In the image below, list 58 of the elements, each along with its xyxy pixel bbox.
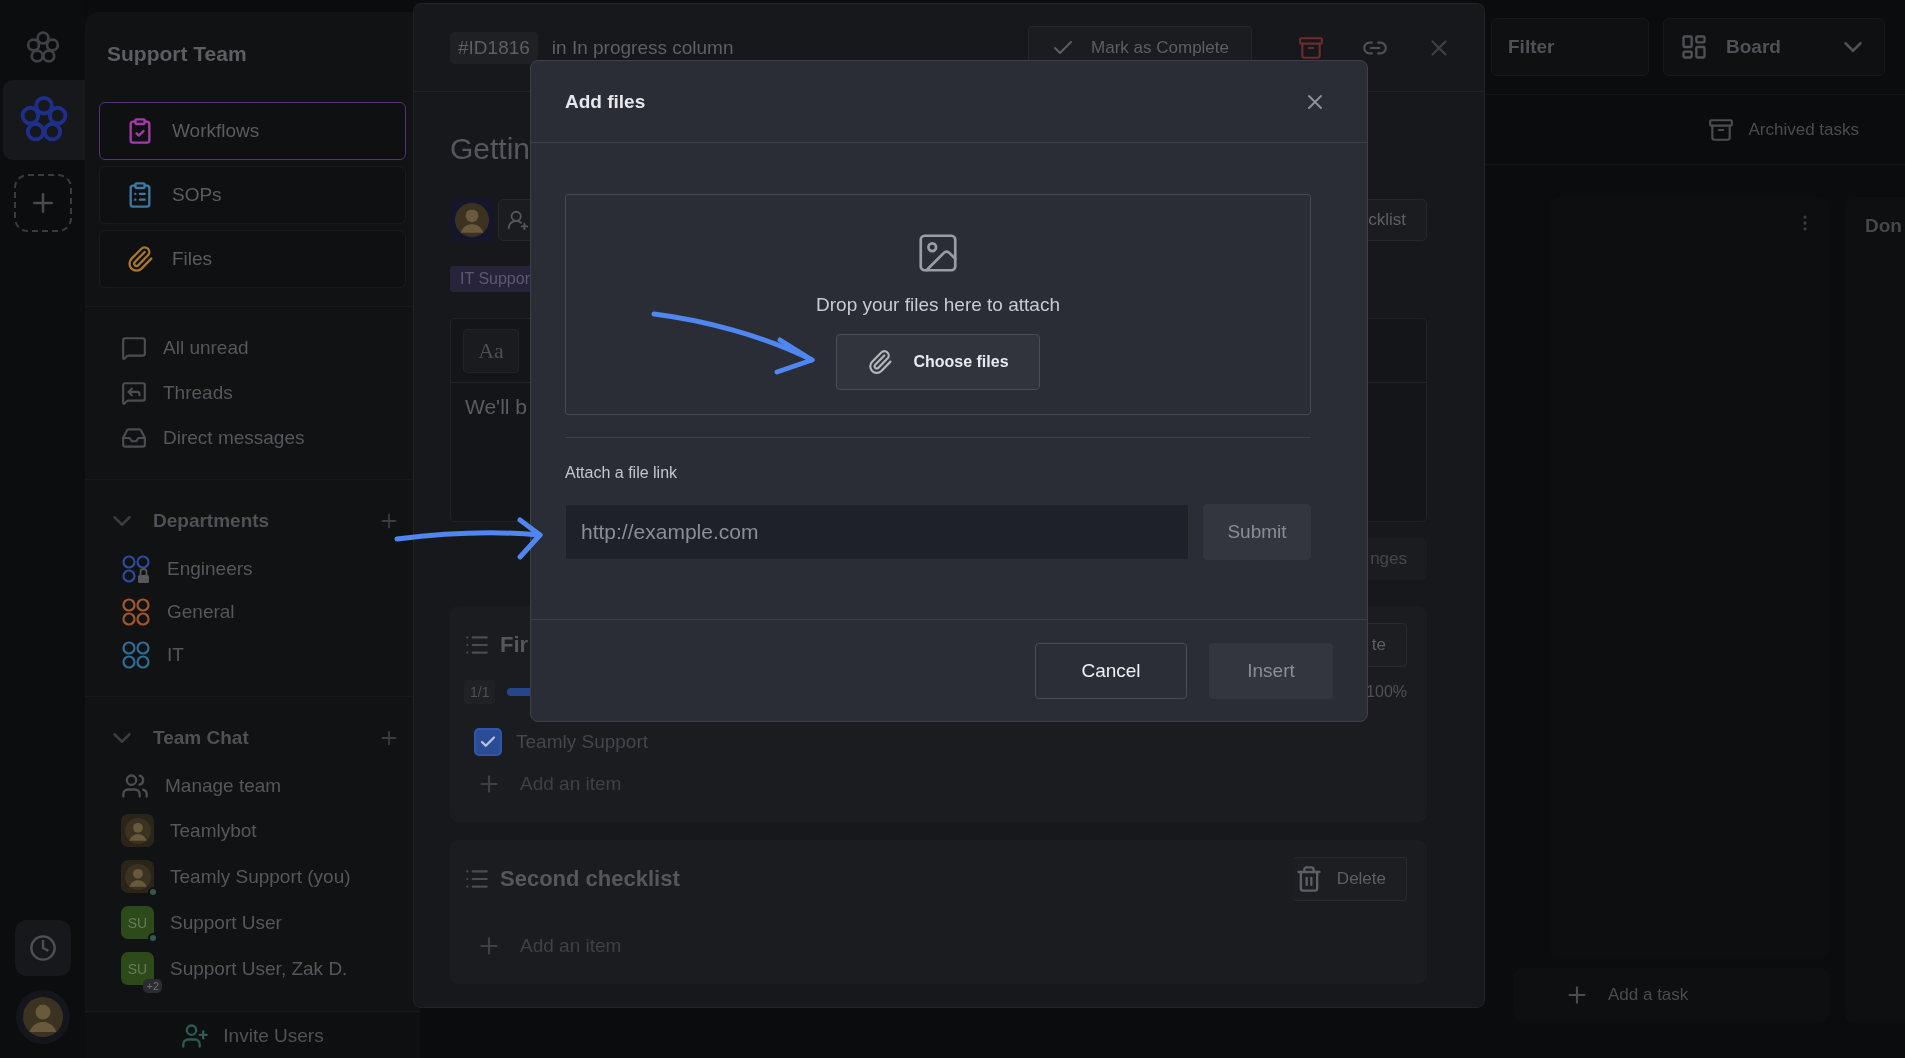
sidebar-link[interactable]: Threads	[163, 382, 233, 404]
task-title: Gettin	[450, 132, 531, 166]
archive-icon	[1298, 34, 1324, 61]
chat-name[interactable]: Teamly Support (you)	[170, 865, 351, 888]
channel-name[interactable]: IT	[167, 644, 184, 666]
reply-bubble-icon	[121, 380, 147, 406]
team-title: Support Team	[106, 41, 248, 67]
drop-hint: Drop your files here to attach	[816, 293, 1060, 316]
description-text: We'll b	[465, 395, 527, 419]
sidebar-link[interactable]: All unread	[163, 337, 249, 359]
archived-tasks-button[interactable]: Archived tasks	[1702, 115, 1865, 144]
online-dot	[148, 933, 158, 943]
workspace-tab[interactable]	[3, 80, 85, 160]
checkbox[interactable]	[474, 728, 502, 756]
checklist-title: Second checklist	[500, 866, 680, 892]
nav-card[interactable]: SOPs	[99, 166, 406, 224]
assign-user-icon	[507, 209, 529, 231]
paperclip-icon	[867, 348, 894, 375]
add-workspace-button[interactable]	[13, 174, 72, 232]
chat-name[interactable]: Teamlybot	[170, 819, 257, 842]
avatar-icon	[22, 997, 63, 1037]
clock-icon	[28, 934, 57, 962]
field-label: Attach a file link	[565, 464, 679, 482]
add-user-icon	[181, 1021, 210, 1050]
chat-name[interactable]: Support User	[170, 911, 282, 934]
archive-icon	[1708, 116, 1735, 143]
trash-icon	[1294, 865, 1323, 893]
choose-files-button[interactable]: Choose files	[836, 333, 1040, 390]
task-id: #ID1816	[450, 31, 538, 64]
avatar-initials: SU	[127, 960, 148, 977]
chat-bubble-icon	[121, 335, 147, 361]
team-icon	[121, 772, 149, 800]
manage-team-link[interactable]: Manage team	[165, 775, 282, 797]
count-badge: +2	[143, 979, 162, 993]
view-dropdown[interactable]: Board	[1663, 18, 1885, 76]
checklist-title: Fir	[500, 632, 529, 658]
layout-icon	[1680, 33, 1708, 61]
task-location: in In progress column	[551, 36, 735, 59]
nav-card[interactable]: Files	[99, 230, 406, 288]
section-title[interactable]: Departments	[153, 510, 362, 532]
channel-name[interactable]: General	[167, 601, 235, 623]
avatar-initials: SU	[127, 914, 148, 931]
inbox-icon	[121, 425, 147, 451]
cancel-button[interactable]: Cancel	[1035, 642, 1187, 699]
delete-button[interactable]: Delete	[1292, 857, 1407, 901]
dialog-title: Add files	[565, 90, 646, 113]
channel-name[interactable]: Engineers	[167, 558, 253, 580]
url-input-field[interactable]: http://example.com	[565, 504, 1189, 560]
online-dot	[148, 887, 158, 897]
sidebar-link[interactable]: Direct messages	[163, 427, 305, 449]
section-title[interactable]: Team Chat	[153, 727, 362, 749]
column-title: Don	[1865, 215, 1902, 236]
view-label: Board	[1726, 36, 1782, 58]
filter-button[interactable]: Filter	[1491, 18, 1649, 76]
clock-button[interactable]	[14, 920, 71, 976]
logo-icon	[24, 30, 61, 66]
chat-name[interactable]: Support User, Zak D.	[170, 957, 348, 980]
nav-card[interactable]: Workflows	[99, 102, 406, 160]
